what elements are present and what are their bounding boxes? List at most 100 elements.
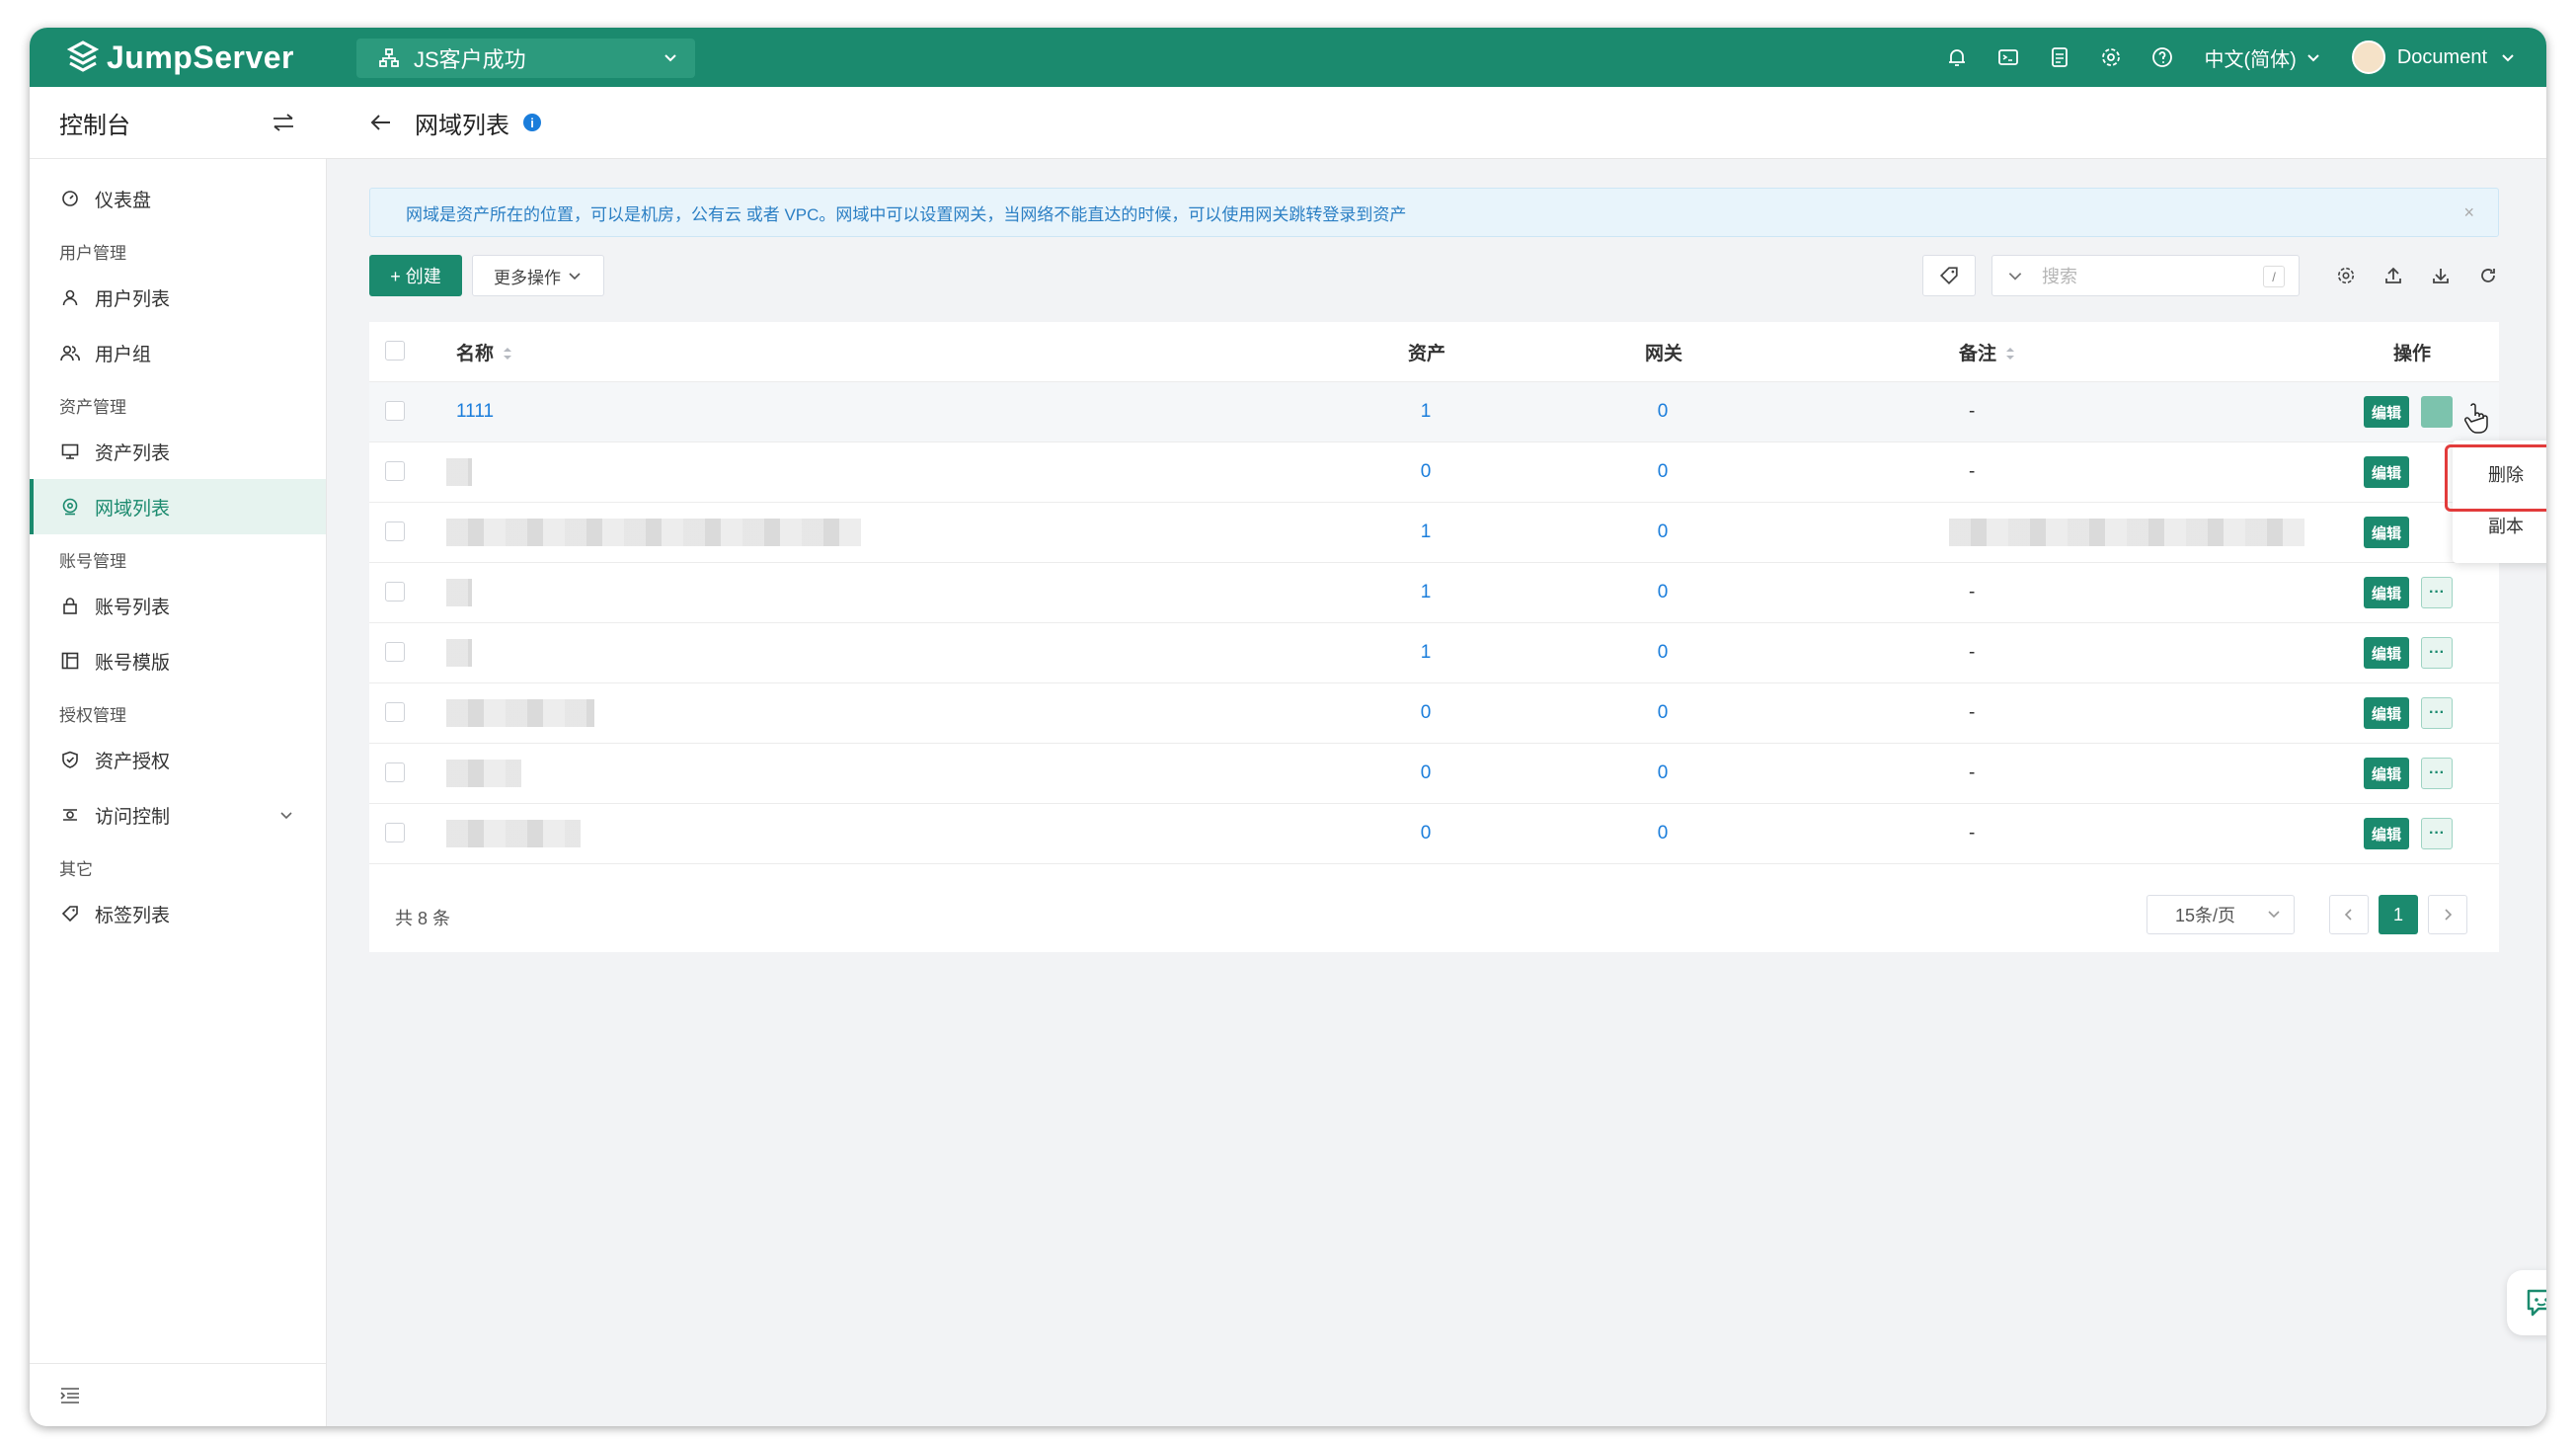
gateway-count-link[interactable]: 0 [1653,442,1673,502]
more-button[interactable]: ··· [2421,577,2453,608]
gateway-count-link[interactable]: 0 [1653,503,1673,562]
sidebar-item-user-list[interactable]: 用户列表 [30,270,326,325]
row-checkbox[interactable] [385,762,405,782]
more-actions-button[interactable]: 更多操作 [472,255,604,296]
sidebar: 控制台 仪表盘 用户管理 用户列表 用户组 资产管理 资产列表 网域列表 账号管 [30,87,327,1426]
terminal-icon[interactable] [1995,44,2021,70]
tag-filter-button[interactable] [1922,255,1976,296]
sidebar-item-zone-list[interactable]: 网域列表 [30,479,326,534]
search-input[interactable]: 搜索 / [1991,255,2300,296]
table-header: 名称 资产 网关 备注 操作 [369,322,2499,382]
more-button[interactable]: ··· [2421,758,2453,789]
sort-icon[interactable] [2004,346,2016,361]
redacted-name [446,639,472,667]
org-selector[interactable]: JS客户成功 [356,39,695,78]
sidebar-item-tag-list[interactable]: 标签列表 [30,886,326,941]
bell-icon[interactable] [1944,44,1970,70]
edit-button[interactable]: 编辑 [2364,396,2409,428]
sidebar-item-user-group[interactable]: 用户组 [30,325,326,380]
highlight-box [2445,444,2546,512]
more-button[interactable]: ··· [2421,818,2453,849]
next-page-button[interactable] [2428,895,2467,934]
gateway-count-link[interactable]: 0 [1653,804,1673,863]
edit-button[interactable]: 编辑 [2364,697,2409,729]
table-row[interactable]: 1 0 - 编辑 ··· [369,623,2499,683]
table-row[interactable]: 1 0 - 编辑 ··· [369,563,2499,623]
table-row[interactable]: 0 0 - 编辑 ··· [369,804,2499,864]
column-header-comment[interactable]: 备注 [1959,339,2016,365]
import-icon[interactable] [2429,264,2453,287]
row-checkbox[interactable] [385,823,405,842]
sidebar-item-dashboard[interactable]: 仪表盘 [30,171,326,226]
sidebar-item-access-control[interactable]: 访问控制 [30,787,326,842]
sidebar-item-asset-perm[interactable]: 资产授权 [30,732,326,787]
switch-view-icon[interactable] [271,112,296,133]
page-size-select[interactable]: 15条/页 [2147,895,2295,934]
sidebar-item-account-list[interactable]: 账号列表 [30,578,326,633]
gateway-count-link[interactable]: 0 [1653,563,1673,622]
table-footer: 共 8 条 15条/页 1 [369,895,2499,952]
table-row[interactable]: 0 0 - 编辑 ··· [369,683,2499,744]
row-checkbox[interactable] [385,582,405,602]
gateway-count-link[interactable]: 0 [1653,744,1673,803]
select-all-checkbox[interactable] [385,341,405,361]
row-checkbox[interactable] [385,702,405,722]
edit-button[interactable]: 编辑 [2364,577,2409,608]
gateway-count-link[interactable]: 0 [1653,623,1673,682]
sidebar-item-account-template[interactable]: 账号模版 [30,633,326,688]
asset-count-link[interactable]: 0 [1416,683,1436,743]
row-checkbox[interactable] [385,642,405,662]
tickets-icon[interactable] [2047,44,2072,70]
close-icon[interactable]: × [2463,202,2474,223]
sidebar-item-asset-list[interactable]: 资产列表 [30,424,326,479]
user-menu[interactable]: Document [2351,40,2517,74]
collapse-menu-icon[interactable] [59,1386,81,1405]
back-arrow-icon[interactable] [369,112,393,133]
gateway-count-link[interactable]: 0 [1653,683,1673,743]
table-row[interactable]: 0 0 - 编辑 [369,442,2499,503]
logo[interactable]: JumpServer [67,40,294,75]
row-checkbox[interactable] [385,461,405,481]
table-row[interactable]: 1 0 编辑 [369,503,2499,563]
gateway-count-link[interactable]: 0 [1653,382,1673,441]
info-icon[interactable]: i [523,114,541,131]
sidebar-footer [30,1363,326,1426]
table-row[interactable]: 0 0 - 编辑 ··· [369,744,2499,804]
prev-page-button[interactable] [2329,895,2369,934]
edit-button[interactable]: 编辑 [2364,637,2409,669]
asset-count-link[interactable]: 0 [1416,744,1436,803]
asset-count-link[interactable]: 1 [1416,503,1436,562]
edit-button[interactable]: 编辑 [2364,818,2409,849]
edit-button[interactable]: 编辑 [2364,456,2409,488]
column-header-name[interactable]: 名称 [456,339,513,365]
row-checkbox[interactable] [385,521,405,541]
asset-count-link[interactable]: 1 [1416,382,1436,441]
table-toolbar: + 创建 更多操作 搜索 / [369,255,2499,298]
export-icon[interactable] [2381,264,2405,287]
refresh-icon[interactable] [2476,264,2500,287]
chevron-down-icon[interactable] [2006,267,2024,284]
more-button[interactable] [2421,396,2453,428]
edit-button[interactable]: 编辑 [2364,517,2409,548]
edit-button[interactable]: 编辑 [2364,758,2409,789]
asset-count-link[interactable]: 0 [1416,804,1436,863]
chevron-down-icon [2502,54,2514,62]
zone-name-link[interactable]: 1111 [456,382,494,441]
create-button[interactable]: + 创建 [369,255,462,296]
more-button[interactable]: ··· [2421,697,2453,729]
asset-count-link[interactable]: 0 [1416,442,1436,502]
settings-icon[interactable] [2098,44,2124,70]
language-selector[interactable]: 中文(简体) [2205,43,2322,72]
help-icon[interactable] [2149,44,2175,70]
current-page[interactable]: 1 [2379,895,2418,934]
monitor-icon [59,441,81,462]
more-button[interactable]: ··· [2421,637,2453,669]
table-row[interactable]: 1111 1 0 - 编辑 [369,382,2499,442]
chat-assistant-button[interactable] [2507,1270,2546,1335]
table-settings-icon[interactable] [2334,264,2358,287]
chevron-down-icon [2268,911,2280,919]
sort-icon[interactable] [502,346,513,361]
asset-count-link[interactable]: 1 [1416,563,1436,622]
row-checkbox[interactable] [385,401,405,421]
asset-count-link[interactable]: 1 [1416,623,1436,682]
